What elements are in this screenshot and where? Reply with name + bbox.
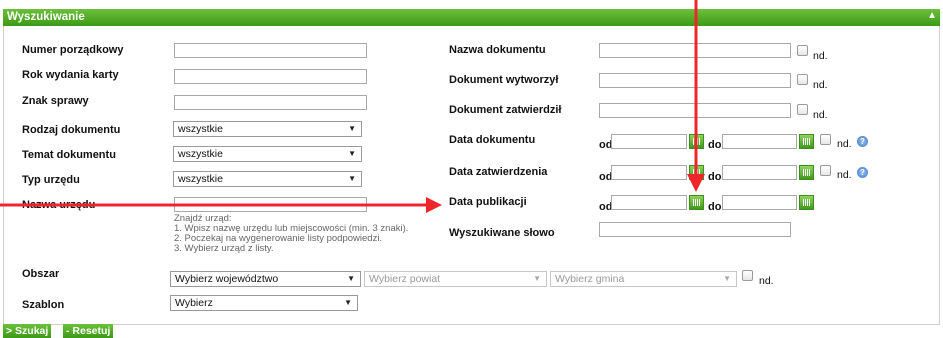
annotation-arrows xyxy=(0,0,705,213)
annotation-arrow-horizontal xyxy=(0,197,442,213)
annotation-arrow-vertical xyxy=(687,0,705,192)
